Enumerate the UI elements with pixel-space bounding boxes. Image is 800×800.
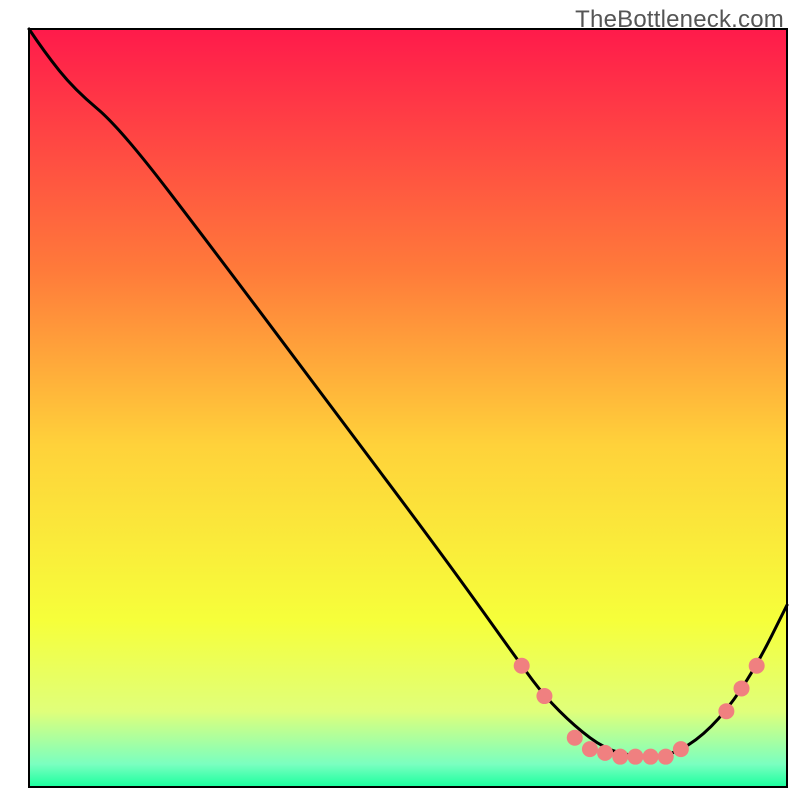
curve-marker xyxy=(612,749,628,765)
curve-marker xyxy=(597,745,613,761)
curve-marker xyxy=(536,688,552,704)
bottleneck-chart xyxy=(0,0,800,800)
curve-marker xyxy=(627,749,643,765)
curve-marker xyxy=(582,741,598,757)
chart-frame: TheBottleneck.com xyxy=(0,0,800,800)
curve-marker xyxy=(749,658,765,674)
curve-marker xyxy=(734,680,750,696)
curve-marker xyxy=(567,730,583,746)
plot-background xyxy=(29,29,787,787)
curve-marker xyxy=(718,703,734,719)
curve-marker xyxy=(514,658,530,674)
curve-marker xyxy=(643,749,659,765)
curve-marker xyxy=(658,749,674,765)
watermark-text: TheBottleneck.com xyxy=(575,6,784,34)
curve-marker xyxy=(673,741,689,757)
